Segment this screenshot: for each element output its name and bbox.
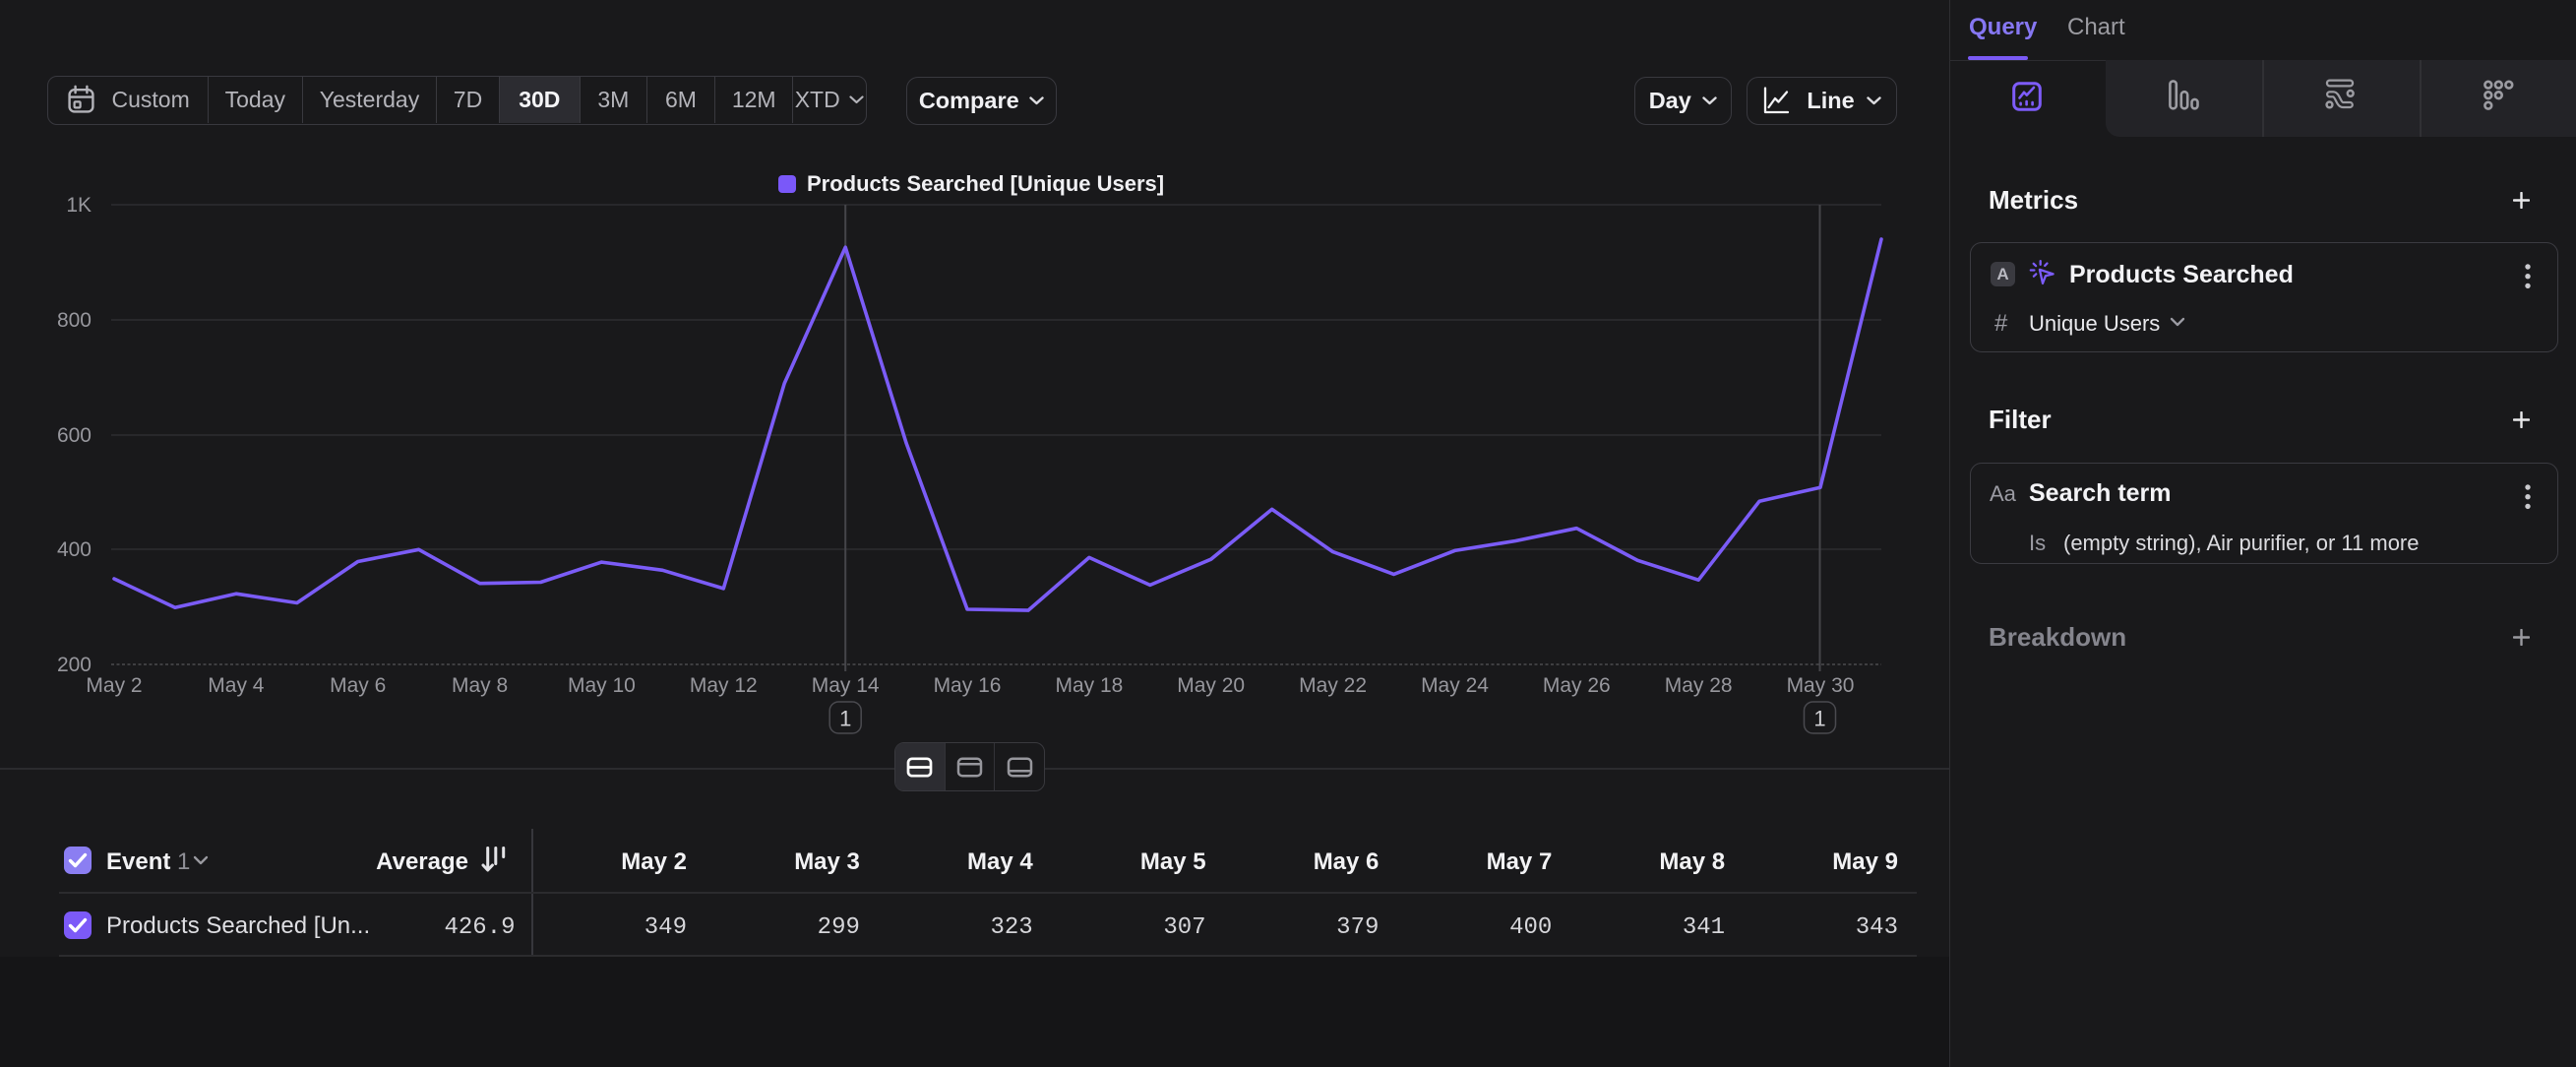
svg-text:400: 400 [57, 538, 92, 561]
svg-text:May 20: May 20 [1177, 674, 1245, 697]
svg-text:May 4: May 4 [208, 674, 265, 697]
svg-text:May 30: May 30 [1787, 674, 1855, 697]
svg-text:May 18: May 18 [1055, 674, 1123, 697]
svg-text:May 6: May 6 [330, 674, 386, 697]
svg-text:May 8: May 8 [452, 674, 508, 697]
svg-text:May 12: May 12 [690, 674, 758, 697]
svg-text:May 2: May 2 [86, 674, 142, 697]
svg-text:1K: 1K [66, 194, 92, 217]
svg-text:600: 600 [57, 424, 92, 447]
svg-text:1: 1 [839, 707, 851, 731]
svg-text:May 16: May 16 [934, 674, 1002, 697]
svg-text:1: 1 [1813, 707, 1825, 731]
svg-text:May 28: May 28 [1665, 674, 1733, 697]
svg-text:200: 200 [57, 654, 92, 676]
svg-text:May 14: May 14 [812, 674, 880, 697]
svg-text:May 22: May 22 [1299, 674, 1367, 697]
svg-text:May 10: May 10 [568, 674, 636, 697]
svg-text:May 24: May 24 [1421, 674, 1489, 697]
svg-text:May 26: May 26 [1543, 674, 1611, 697]
svg-text:800: 800 [57, 309, 92, 332]
